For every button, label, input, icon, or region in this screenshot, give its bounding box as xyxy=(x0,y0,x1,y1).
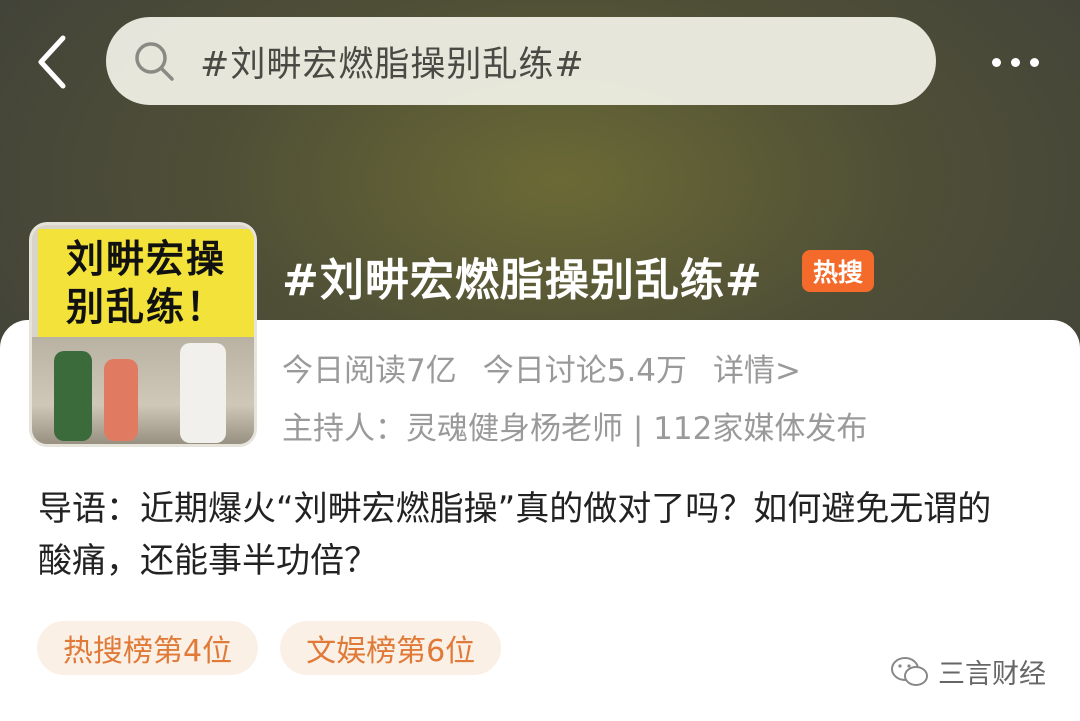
topic-stats: 今日阅读7亿 今日讨论5.4万 详情> xyxy=(282,345,801,390)
search-query[interactable]: #刘畊宏燃脂操别乱练# xyxy=(200,36,585,87)
watermark-text: 三言财经 xyxy=(938,659,1046,690)
more-dot xyxy=(991,57,1001,67)
back-button[interactable] xyxy=(28,30,76,94)
more-button[interactable] xyxy=(975,40,1055,84)
rank-tag-entertainment[interactable]: 文娱榜第6位 xyxy=(280,621,502,675)
watermark: 三言财经 xyxy=(890,652,1046,691)
person-figure xyxy=(54,351,92,441)
wechat-icon xyxy=(891,656,928,686)
more-dot xyxy=(1029,57,1039,67)
more-dot xyxy=(1010,57,1020,67)
read-count: 今日阅读7亿 xyxy=(282,353,457,389)
person-figure xyxy=(180,343,226,443)
thumbnail-scene xyxy=(32,337,254,444)
rank-tags: 热搜榜第4位 文娱榜第6位 xyxy=(37,621,502,675)
thumbnail-caption: 刘畊宏操 别乱练！ xyxy=(38,229,254,337)
thumbnail-caption-line2: 别乱练！ xyxy=(65,285,226,329)
detail-link[interactable]: 详情> xyxy=(713,345,801,390)
thumbnail-caption-line1: 刘畊宏操 xyxy=(65,237,226,281)
discussion-count: 今日讨论5.4万 xyxy=(482,353,688,389)
topic-intro: 导语：近期爆火“刘畊宏燃脂操”真的做对了吗？如何避免无谓的酸痛，还能事半功倍？ xyxy=(38,489,992,581)
host-info[interactable]: 主持人：灵魂健身杨老师 | 112家媒体发布 xyxy=(282,403,867,448)
person-figure xyxy=(104,359,138,441)
search-icon xyxy=(135,42,174,81)
chevron-left-icon xyxy=(38,35,66,89)
rank-tag-hot-search[interactable]: 热搜榜第4位 xyxy=(37,621,259,675)
topic-title: #刘畊宏燃脂操别乱练# xyxy=(282,255,763,306)
search-bar[interactable]: #刘畊宏燃脂操别乱练# xyxy=(106,17,936,105)
topic-thumbnail[interactable]: 刘畊宏操 别乱练！ xyxy=(29,222,257,447)
hot-badge: 热搜 xyxy=(802,250,874,292)
